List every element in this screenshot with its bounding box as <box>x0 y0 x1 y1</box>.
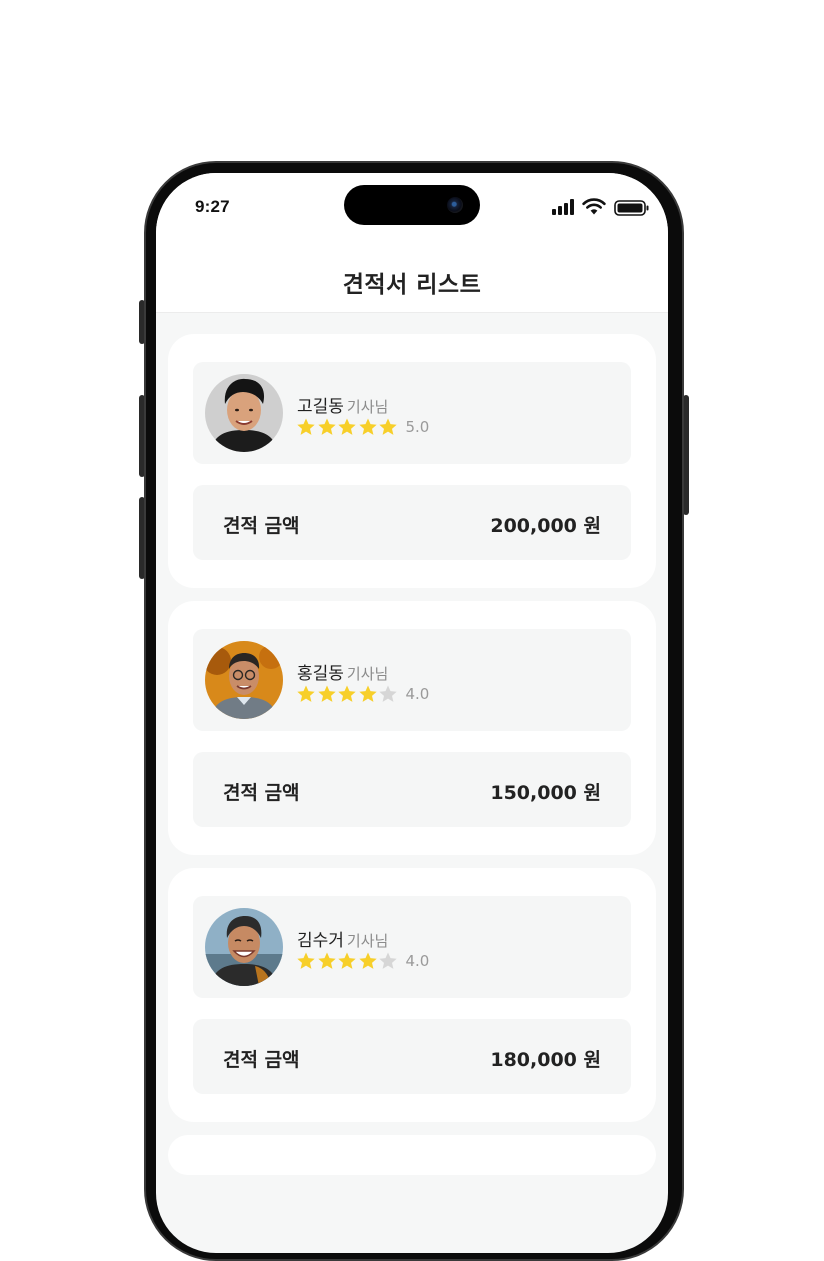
star-filled-icon <box>358 685 377 702</box>
star-empty-icon <box>379 952 397 969</box>
driver-info: 고길동 기사님 5.0 <box>193 362 631 464</box>
driver-name: 고길동 기사님 <box>297 392 388 417</box>
signal-icon <box>552 199 574 215</box>
rating-value: 4.0 <box>405 685 430 703</box>
driver-name-text: 홍길동 <box>297 664 344 684</box>
star-rating <box>296 684 399 704</box>
rating: 4.0 <box>296 951 429 971</box>
quote-card[interactable] <box>168 1135 656 1175</box>
star-filled-icon <box>338 952 356 969</box>
driver-avatar <box>205 374 283 452</box>
star-filled-icon <box>317 418 336 435</box>
quote-card[interactable]: 고길동 기사님 5.0 견적 금액 200,000 원 <box>168 334 656 588</box>
driver-avatar <box>205 908 283 986</box>
star-filled-icon <box>297 418 315 435</box>
price-row: 견적 금액 150,000 원 <box>193 752 631 827</box>
star-filled-icon <box>297 685 315 702</box>
dynamic-island <box>344 185 480 225</box>
driver-name: 김수거 기사님 <box>297 926 388 951</box>
star-rating <box>296 417 399 437</box>
driver-name-text: 김수거 <box>297 931 344 951</box>
driver-name-text: 고길동 <box>297 397 344 417</box>
app-header: 견적서 리스트 <box>156 237 668 313</box>
rating: 5.0 <box>296 417 429 437</box>
driver-title: 기사님 <box>346 665 389 683</box>
rating-value: 4.0 <box>405 952 430 970</box>
star-filled-icon <box>338 418 356 435</box>
driver-info: 김수거 기사님 4.0 <box>193 896 631 998</box>
star-filled-icon <box>358 418 377 435</box>
phone-screen: 9:27 견적서 리스트 고길동 기사님 5.0 견적 금액 200,000 원… <box>156 173 668 1253</box>
price-value: 150,000 원 <box>490 782 601 804</box>
rating-value: 5.0 <box>405 418 430 436</box>
price-label: 견적 금액 <box>223 1049 300 1071</box>
quote-list: 고길동 기사님 5.0 견적 금액 200,000 원 홍길동 기사님 4.0 … <box>168 334 656 1188</box>
price-row: 견적 금액 180,000 원 <box>193 1019 631 1094</box>
price-label: 견적 금액 <box>223 515 300 537</box>
price-value: 200,000 원 <box>490 515 601 537</box>
driver-title: 기사님 <box>346 932 389 950</box>
star-filled-icon <box>379 418 397 435</box>
status-time: 9:27 <box>195 197 230 216</box>
star-filled-icon <box>358 952 377 969</box>
price-label: 견적 금액 <box>223 782 300 804</box>
price-row: 견적 금액 200,000 원 <box>193 485 631 560</box>
star-filled-icon <box>338 685 356 702</box>
camera-icon <box>447 197 463 213</box>
page-title: 견적서 리스트 <box>342 272 482 298</box>
rating: 4.0 <box>296 684 429 704</box>
driver-title: 기사님 <box>346 398 389 416</box>
quote-card[interactable]: 김수거 기사님 4.0 견적 금액 180,000 원 <box>168 868 656 1122</box>
driver-avatar <box>205 641 283 719</box>
battery-icon <box>614 200 649 216</box>
status-bar: 9:27 <box>156 173 668 237</box>
wifi-icon <box>582 198 606 215</box>
star-rating <box>296 951 399 971</box>
driver-name: 홍길동 기사님 <box>297 659 388 684</box>
star-empty-icon <box>379 685 397 702</box>
status-icons <box>552 195 649 216</box>
driver-info: 홍길동 기사님 4.0 <box>193 629 631 731</box>
star-filled-icon <box>317 685 336 702</box>
star-filled-icon <box>317 952 336 969</box>
price-value: 180,000 원 <box>490 1049 601 1071</box>
star-filled-icon <box>297 952 315 969</box>
quote-card[interactable]: 홍길동 기사님 4.0 견적 금액 150,000 원 <box>168 601 656 855</box>
